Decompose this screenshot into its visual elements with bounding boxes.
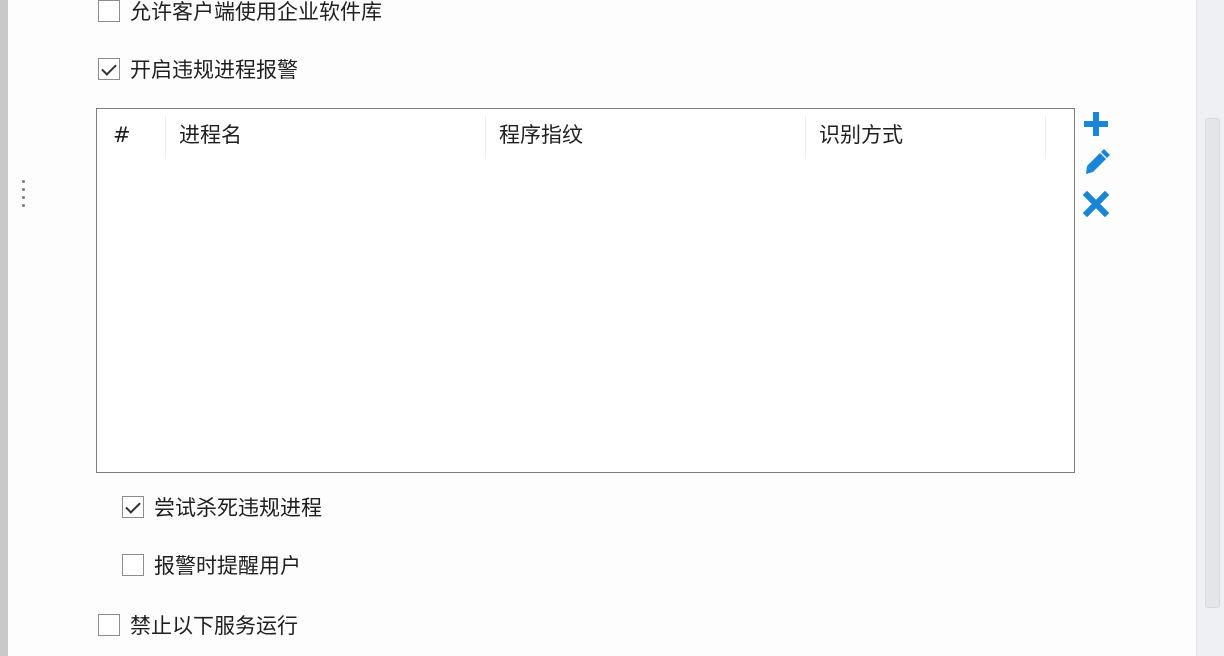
column-separator[interactable]: [1045, 115, 1046, 159]
forbid-services-option[interactable]: 禁止以下服务运行: [98, 612, 298, 638]
x-icon[interactable]: [1081, 189, 1111, 219]
forbid-services-label: 禁止以下服务运行: [130, 614, 298, 638]
pencil-icon[interactable]: [1081, 149, 1111, 179]
try-kill-violation-process-option[interactable]: 尝试杀死违规进程: [122, 494, 322, 520]
column-header-identification-method[interactable]: 识别方式: [819, 109, 903, 161]
allow-enterprise-software-library-label: 允许客户端使用企业软件库: [130, 0, 382, 24]
violation-process-table[interactable]: # 进程名 程序指纹 识别方式: [96, 108, 1075, 473]
enable-violation-process-alarm-checkbox[interactable]: [98, 58, 120, 80]
try-kill-violation-process-label: 尝试杀死违规进程: [154, 496, 322, 520]
drag-handle-icon[interactable]: [22, 180, 26, 212]
table-header: # 进程名 程序指纹 识别方式: [97, 109, 1074, 161]
left-edge-strip: [0, 0, 8, 656]
notify-user-on-alarm-option[interactable]: 报警时提醒用户: [122, 552, 301, 578]
plus-icon[interactable]: [1081, 109, 1111, 139]
forbid-services-checkbox[interactable]: [98, 614, 120, 636]
column-separator[interactable]: [805, 115, 806, 159]
column-header-index[interactable]: #: [113, 109, 131, 161]
column-header-program-fingerprint[interactable]: 程序指纹: [499, 109, 583, 161]
enable-violation-process-alarm-option[interactable]: 开启违规进程报警: [98, 56, 298, 82]
column-separator[interactable]: [165, 115, 166, 159]
allow-enterprise-software-library-option[interactable]: 允许客户端使用企业软件库: [98, 0, 382, 24]
enable-violation-process-alarm-label: 开启违规进程报警: [130, 58, 298, 82]
column-separator[interactable]: [485, 115, 486, 159]
notify-user-on-alarm-checkbox[interactable]: [122, 554, 144, 576]
try-kill-violation-process-checkbox[interactable]: [122, 496, 144, 518]
column-header-process-name[interactable]: 进程名: [179, 109, 242, 161]
scrollbar-thumb[interactable]: [1205, 118, 1220, 608]
notify-user-on-alarm-label: 报警时提醒用户: [154, 554, 301, 578]
allow-enterprise-software-library-checkbox[interactable]: [98, 0, 120, 22]
